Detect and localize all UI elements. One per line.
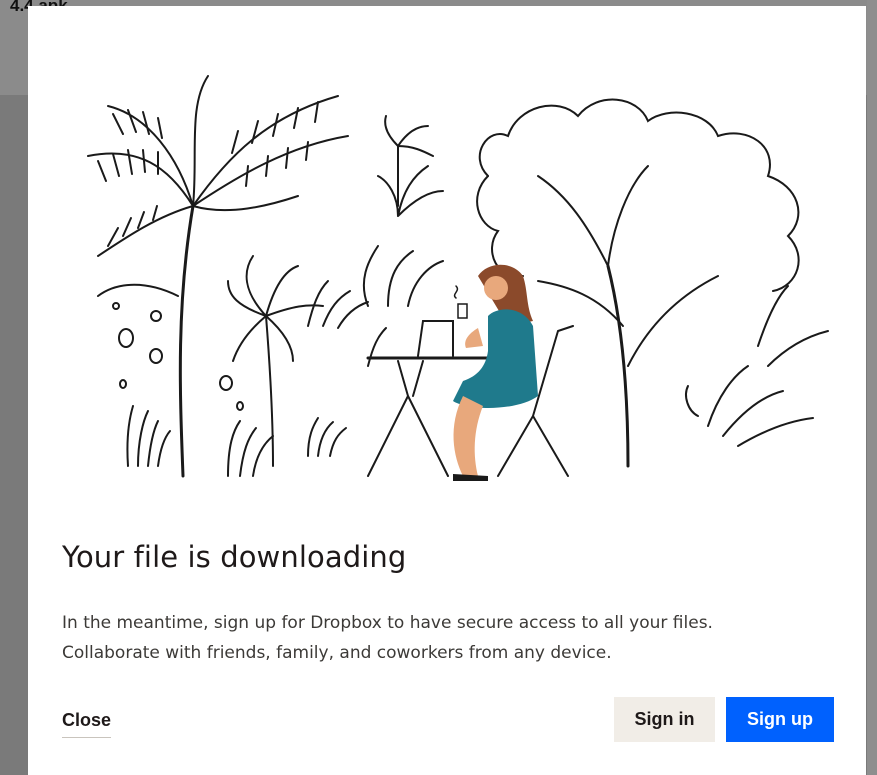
- palm-tree-icon: [87, 75, 349, 478]
- tree-icon: [476, 98, 829, 468]
- woman-at-cafe-table-illustration: [87, 75, 829, 481]
- close-button[interactable]: Close: [62, 710, 112, 738]
- woman-icon: [453, 264, 538, 481]
- grass-icon: [126, 405, 347, 477]
- pebbles-icon: [97, 283, 244, 411]
- modal-description: In the meantime, sign up for Dropbox to …: [62, 608, 822, 668]
- sign-in-button[interactable]: Sign in: [614, 697, 715, 742]
- modal-description-line-2: Collaborate with friends, family, and co…: [62, 643, 612, 663]
- modal-title: Your file is downloading: [62, 540, 407, 574]
- background-scroll-strip: [867, 0, 877, 775]
- modal-description-line-1: In the meantime, sign up for Dropbox to …: [62, 613, 713, 633]
- download-modal: Your file is downloading In the meantime…: [28, 6, 866, 775]
- laptop-icon: [417, 320, 454, 357]
- fan-palm-icon: [227, 255, 324, 467]
- sign-up-button[interactable]: Sign up: [726, 697, 834, 742]
